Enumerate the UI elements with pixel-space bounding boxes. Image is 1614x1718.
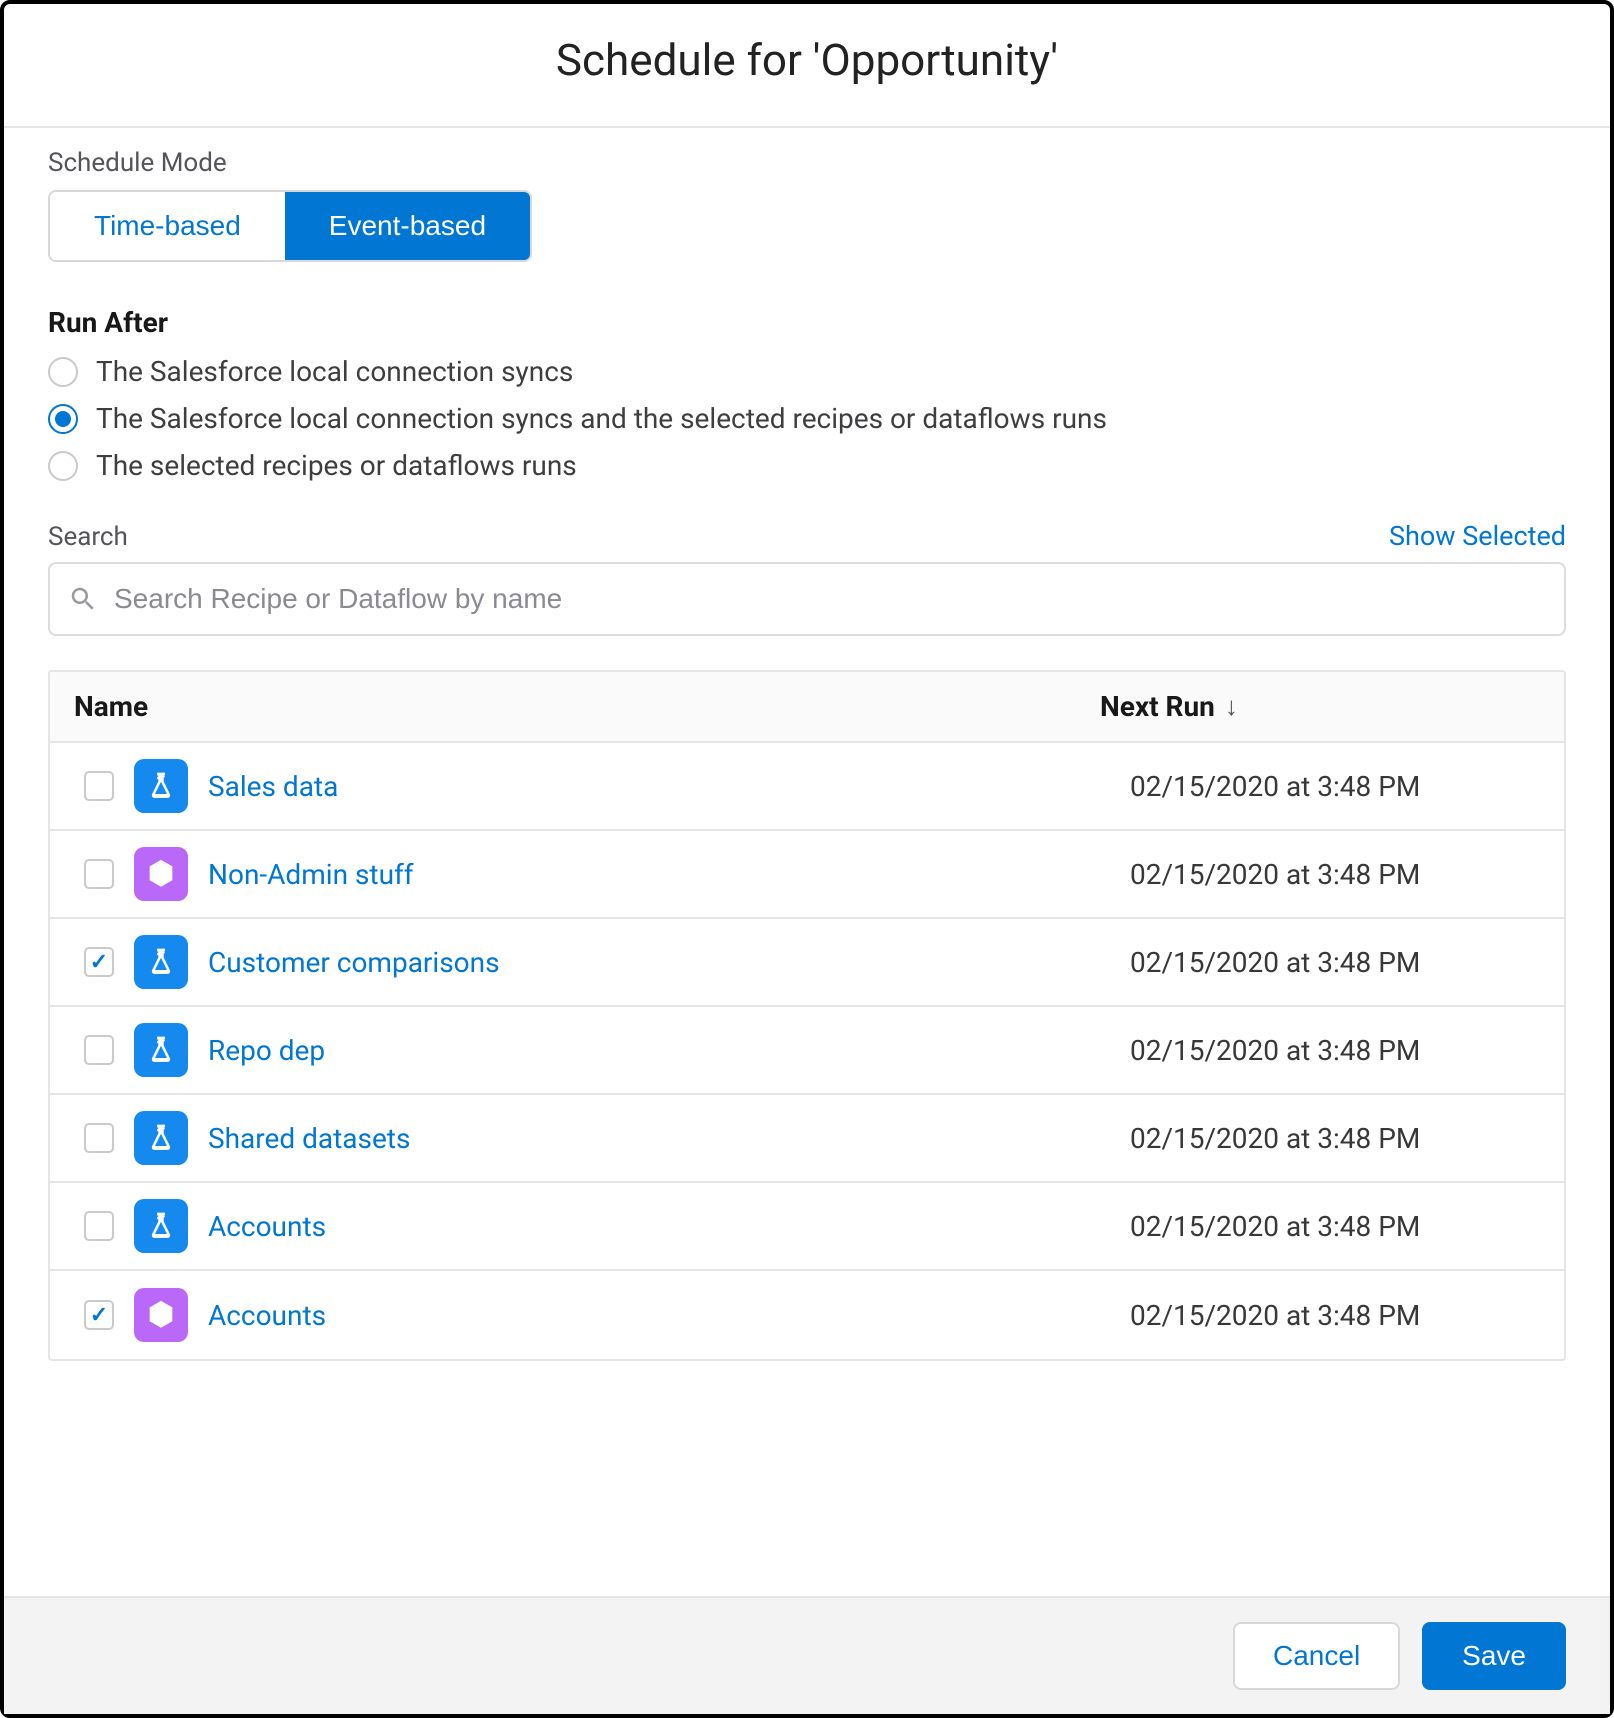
run-after-option-1[interactable]: The Salesforce local connection syncs an… — [48, 402, 1566, 435]
modal-header: Schedule for 'Opportunity' — [4, 4, 1610, 126]
cancel-button[interactable]: Cancel — [1233, 1622, 1400, 1690]
toggle-time-based[interactable]: Time-based — [50, 192, 285, 260]
column-header-next-run-label: Next Run — [1100, 690, 1215, 723]
hexagon-icon — [134, 847, 188, 901]
row-checkbox[interactable] — [84, 771, 114, 801]
table-row: Accounts 02/15/2020 at 3:48 PM — [50, 1271, 1564, 1359]
toggle-event-based[interactable]: Event-based — [285, 192, 530, 260]
flask-icon — [134, 759, 188, 813]
radio-icon — [48, 357, 78, 387]
row-checkbox[interactable] — [84, 1035, 114, 1065]
modal-title: Schedule for 'Opportunity' — [4, 34, 1610, 86]
row-next-run: 02/15/2020 at 3:48 PM — [1130, 858, 1540, 891]
modal-footer: Cancel Save — [4, 1596, 1610, 1714]
radio-label: The Salesforce local connection syncs — [96, 355, 573, 388]
search-box — [48, 562, 1566, 636]
search-input[interactable] — [114, 583, 1546, 615]
radio-label: The Salesforce local connection syncs an… — [96, 402, 1107, 435]
flask-icon — [134, 935, 188, 989]
run-after-heading: Run After — [48, 306, 1566, 339]
hexagon-icon — [134, 1288, 188, 1342]
row-checkbox[interactable] — [84, 1123, 114, 1153]
schedule-modal: Schedule for 'Opportunity' Schedule Mode… — [0, 0, 1614, 1718]
recipe-table: Name Next Run ↓ Sales data 02/15/2020 at … — [48, 670, 1566, 1361]
table-row: Shared datasets 02/15/2020 at 3:48 PM — [50, 1095, 1564, 1183]
row-next-run: 02/15/2020 at 3:48 PM — [1130, 1122, 1540, 1155]
row-checkbox[interactable] — [84, 947, 114, 977]
show-selected-link[interactable]: Show Selected — [1389, 520, 1566, 552]
table-row: Customer comparisons 02/15/2020 at 3:48 P… — [50, 919, 1564, 1007]
modal-content: Schedule Mode Time-based Event-based Run… — [4, 128, 1610, 1596]
row-checkbox[interactable] — [84, 859, 114, 889]
row-next-run: 02/15/2020 at 3:48 PM — [1130, 1299, 1540, 1332]
flask-icon — [134, 1023, 188, 1077]
run-after-option-0[interactable]: The Salesforce local connection syncs — [48, 355, 1566, 388]
run-after-radio-group: The Salesforce local connection syncs Th… — [48, 355, 1566, 482]
flask-icon — [134, 1111, 188, 1165]
flask-icon — [134, 1199, 188, 1253]
row-checkbox[interactable] — [84, 1300, 114, 1330]
row-checkbox[interactable] — [84, 1211, 114, 1241]
row-name-link[interactable]: Accounts — [208, 1299, 326, 1332]
row-name-link[interactable]: Repo dep — [208, 1034, 325, 1067]
row-name-link[interactable]: Accounts — [208, 1210, 326, 1243]
table-row: Sales data 02/15/2020 at 3:48 PM — [50, 743, 1564, 831]
column-header-name[interactable]: Name — [74, 690, 1100, 723]
schedule-mode-toggle: Time-based Event-based — [48, 190, 532, 262]
row-name-link[interactable]: Shared datasets — [208, 1122, 410, 1155]
row-name-link[interactable]: Sales data — [208, 770, 338, 803]
table-header-row: Name Next Run ↓ — [50, 672, 1564, 743]
row-name-link[interactable]: Customer comparisons — [208, 946, 500, 979]
search-header: Search Show Selected — [48, 520, 1566, 552]
radio-label: The selected recipes or dataflows runs — [96, 449, 577, 482]
row-next-run: 02/15/2020 at 3:48 PM — [1130, 1210, 1540, 1243]
table-row: Accounts 02/15/2020 at 3:48 PM — [50, 1183, 1564, 1271]
search-icon — [68, 584, 98, 614]
radio-icon — [48, 404, 78, 434]
schedule-mode-label: Schedule Mode — [48, 148, 1566, 178]
run-after-option-2[interactable]: The selected recipes or dataflows runs — [48, 449, 1566, 482]
row-next-run: 02/15/2020 at 3:48 PM — [1130, 770, 1540, 803]
row-next-run: 02/15/2020 at 3:48 PM — [1130, 1034, 1540, 1067]
table-body: Sales data02/15/2020 at 3:48 PMNon-Admin… — [50, 743, 1564, 1359]
save-button[interactable]: Save — [1422, 1622, 1566, 1690]
row-next-run: 02/15/2020 at 3:48 PM — [1130, 946, 1540, 979]
radio-icon — [48, 451, 78, 481]
column-header-next-run[interactable]: Next Run ↓ — [1100, 690, 1540, 723]
row-name-link[interactable]: Non-Admin stuff — [208, 858, 414, 891]
table-row: Repo dep 02/15/2020 at 3:48 PM — [50, 1007, 1564, 1095]
table-row: Non-Admin stuff 02/15/2020 at 3:48 PM — [50, 831, 1564, 919]
search-label: Search — [48, 522, 128, 552]
sort-descending-icon: ↓ — [1225, 691, 1238, 722]
